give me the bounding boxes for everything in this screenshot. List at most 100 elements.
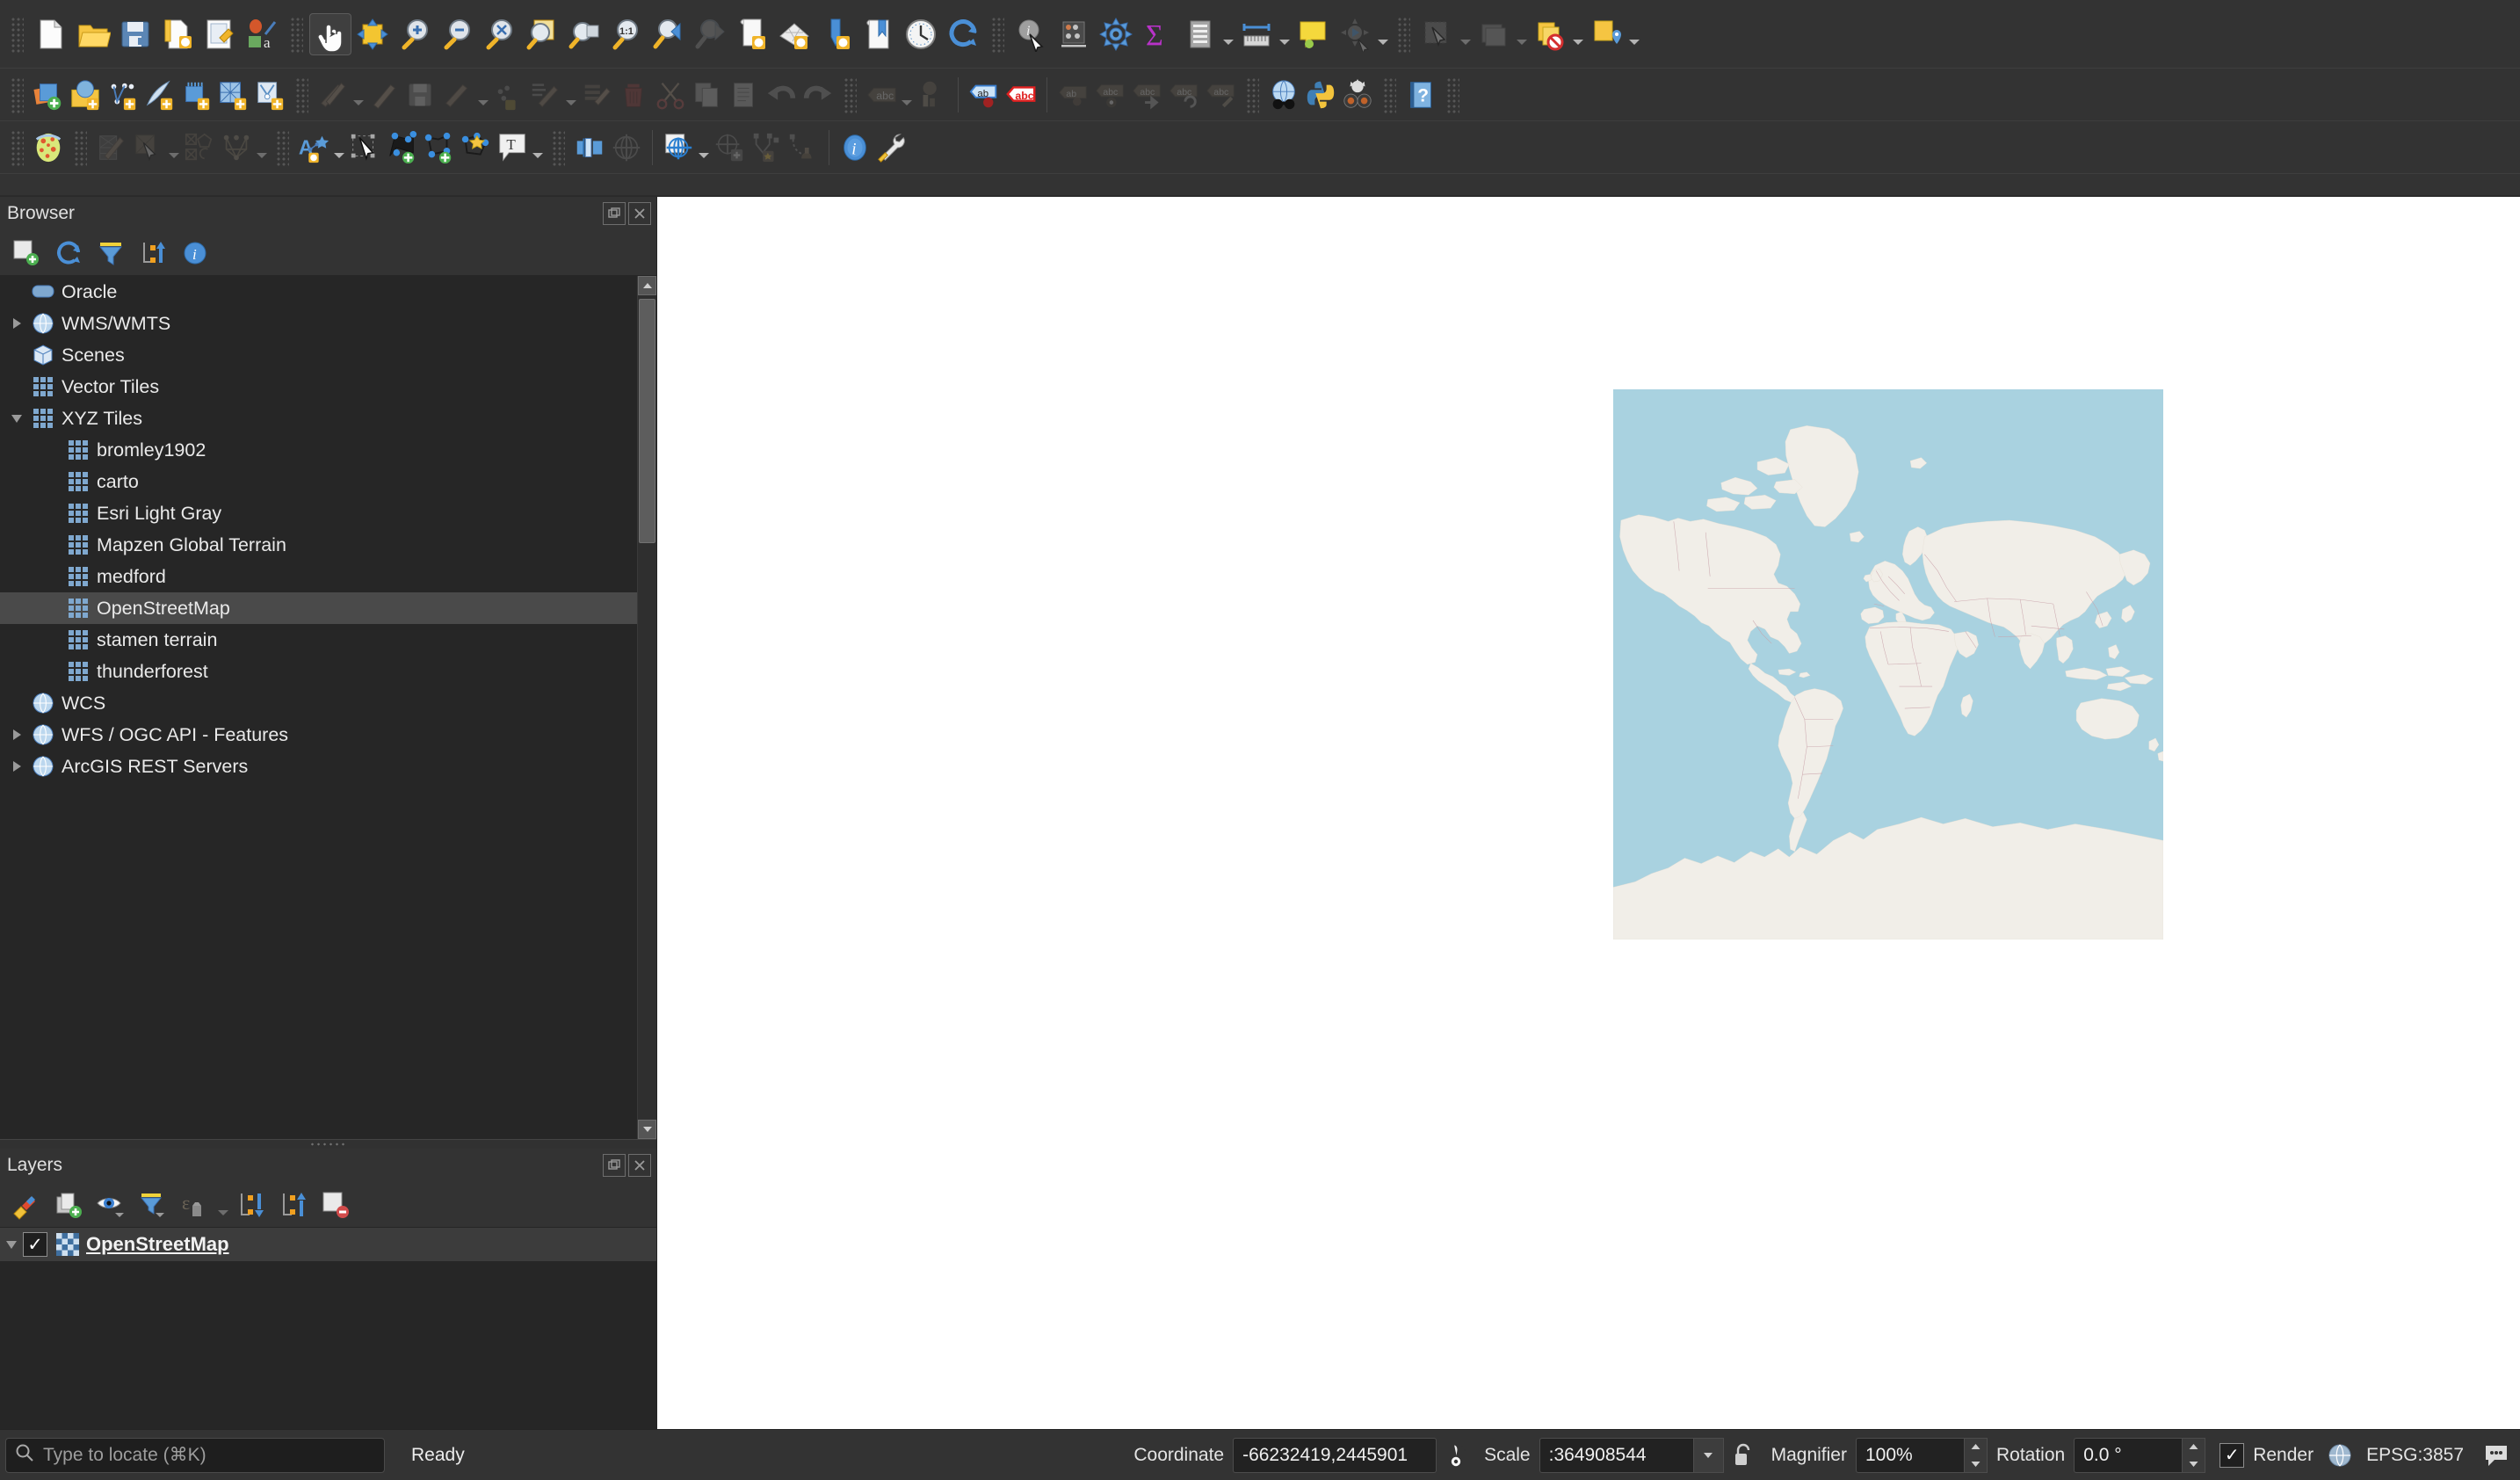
toolbar-grip[interactable] bbox=[294, 76, 308, 113]
expression-filter-icon[interactable]: ε bbox=[174, 1186, 216, 1224]
redo-icon[interactable] bbox=[800, 76, 836, 113]
text-annotation-icon[interactable]: T bbox=[494, 129, 531, 166]
locate-input[interactable]: Type to locate (⌘K) bbox=[5, 1437, 385, 1473]
chevron-down-icon[interactable] bbox=[1221, 13, 1235, 55]
zoom-out-icon[interactable] bbox=[436, 13, 478, 55]
paste-features-icon[interactable] bbox=[726, 76, 763, 113]
statistical-summary-icon[interactable] bbox=[1053, 13, 1095, 55]
zoom-selection-icon[interactable] bbox=[520, 13, 562, 55]
rotation-stepper[interactable] bbox=[2183, 1437, 2206, 1473]
toolbar-grip[interactable] bbox=[1382, 76, 1396, 113]
style-manager-icon[interactable]: a bbox=[241, 13, 283, 55]
add-oracle-icon[interactable] bbox=[251, 76, 288, 113]
browser-tree-item[interactable]: medford bbox=[0, 561, 637, 592]
map-canvas[interactable] bbox=[657, 197, 2520, 1429]
toolbar-grip[interactable] bbox=[289, 15, 303, 53]
browser-tree-item[interactable]: thunderforest bbox=[0, 656, 637, 687]
zoom-layer-icon[interactable] bbox=[562, 13, 605, 55]
coordinate-value[interactable]: -66232419,2445901 bbox=[1233, 1437, 1437, 1473]
add-delimited-text-icon[interactable] bbox=[104, 76, 141, 113]
save-layer-edits-icon[interactable] bbox=[402, 76, 439, 113]
current-edits-icon[interactable] bbox=[315, 76, 351, 113]
add-polygon-feature-icon[interactable] bbox=[457, 129, 494, 166]
toolbar-grip[interactable] bbox=[1396, 15, 1410, 53]
select-features-icon[interactable] bbox=[1416, 13, 1459, 55]
chevron-down-icon[interactable] bbox=[332, 127, 346, 169]
scale-lock-icon[interactable] bbox=[1724, 1443, 1763, 1468]
pin-labels-icon[interactable]: ab bbox=[1054, 76, 1091, 113]
chevron-down-icon[interactable] bbox=[351, 74, 366, 116]
change-label-icon[interactable]: abc bbox=[1202, 76, 1239, 113]
select-by-expression-icon[interactable] bbox=[1529, 13, 1571, 55]
toggle-unplaced-labels-icon[interactable]: abc bbox=[1003, 76, 1039, 113]
toolbar-grip[interactable] bbox=[1445, 76, 1459, 113]
browser-tree[interactable]: Oracle WMS/WMTS Scenes Vector Tiles XYZ Tile… bbox=[0, 276, 656, 1139]
add-line-feature-icon[interactable] bbox=[420, 129, 457, 166]
chevron-down-icon[interactable] bbox=[564, 74, 578, 116]
new-map-view-icon[interactable] bbox=[731, 13, 773, 55]
refresh-icon[interactable] bbox=[942, 13, 984, 55]
magnifier-spinner[interactable]: 100% bbox=[1855, 1437, 1988, 1473]
save-project-icon[interactable] bbox=[114, 13, 156, 55]
options-icon[interactable] bbox=[873, 129, 910, 166]
properties-icon[interactable]: i bbox=[174, 234, 216, 272]
attribute-table-icon[interactable] bbox=[1179, 13, 1221, 55]
modify-attributes-icon[interactable] bbox=[527, 76, 564, 113]
mesh-transform-icon[interactable] bbox=[785, 129, 822, 166]
add-record-icon[interactable] bbox=[93, 129, 130, 166]
add-group-icon[interactable] bbox=[47, 1186, 90, 1224]
browser-tree-item[interactable]: XYZ Tiles bbox=[0, 403, 637, 434]
chevron-down-icon[interactable] bbox=[900, 74, 914, 116]
copy-features-icon[interactable] bbox=[689, 76, 726, 113]
toolbar-grip[interactable] bbox=[1245, 76, 1259, 113]
processing-toolbox-icon[interactable] bbox=[1095, 13, 1137, 55]
add-layer-icon[interactable] bbox=[5, 234, 47, 272]
browser-tree-item[interactable]: WMS/WMTS bbox=[0, 308, 637, 339]
crs-label[interactable]: EPSG:3857 bbox=[2366, 1445, 2464, 1466]
undo-icon[interactable] bbox=[763, 76, 800, 113]
diagram-layer-icon[interactable] bbox=[914, 76, 951, 113]
new-elevation-profile-icon[interactable] bbox=[815, 13, 858, 55]
browser-scrollbar[interactable] bbox=[637, 276, 656, 1139]
crs-globe-icon[interactable] bbox=[2322, 1443, 2357, 1468]
metasearch-icon[interactable] bbox=[1265, 76, 1302, 113]
collapse-all-icon[interactable] bbox=[230, 1186, 272, 1224]
magnifier-stepper[interactable] bbox=[1964, 1437, 1988, 1473]
select-element-icon[interactable] bbox=[130, 129, 167, 166]
stepper-up-icon[interactable] bbox=[2183, 1439, 2205, 1455]
browser-tree-item[interactable]: Mapzen Global Terrain bbox=[0, 529, 637, 561]
rotate-label-icon[interactable]: abc bbox=[1165, 76, 1202, 113]
zoom-last-icon[interactable] bbox=[647, 13, 689, 55]
layers-list[interactable]: ✓ OpenStreetMap bbox=[0, 1228, 656, 1429]
chevron-down-icon[interactable] bbox=[476, 74, 490, 116]
zoom-full-icon[interactable] bbox=[478, 13, 520, 55]
add-postgis-icon[interactable] bbox=[177, 76, 214, 113]
add-circular-string-icon[interactable] bbox=[181, 129, 218, 166]
filter-legend-icon[interactable] bbox=[132, 1186, 174, 1224]
browser-tree-item[interactable]: WFS / OGC API - Features bbox=[0, 719, 637, 751]
layer-item-openstreetmap[interactable]: ✓ OpenStreetMap bbox=[0, 1228, 656, 1261]
render-checkbox[interactable]: ✓ bbox=[2219, 1442, 2245, 1468]
new-project-icon[interactable] bbox=[30, 13, 72, 55]
field-calculator-icon[interactable]: Σ bbox=[1137, 13, 1179, 55]
scroll-up-arrow[interactable] bbox=[638, 276, 656, 295]
python-console-icon[interactable] bbox=[1302, 76, 1339, 113]
add-mssql-icon[interactable] bbox=[214, 76, 251, 113]
chevron-down-icon[interactable] bbox=[697, 127, 711, 169]
collapse-all-icon[interactable] bbox=[132, 234, 174, 272]
messages-icon[interactable] bbox=[2473, 1444, 2520, 1467]
expand-all-icon[interactable] bbox=[272, 1186, 315, 1224]
layer-expander[interactable] bbox=[0, 1229, 23, 1260]
new-print-layout-icon[interactable] bbox=[156, 13, 199, 55]
chevron-down-icon[interactable] bbox=[167, 127, 181, 169]
expander-closed-icon[interactable] bbox=[5, 308, 28, 339]
browser-tree-item[interactable]: bromley1902 bbox=[0, 434, 637, 466]
deselect-icon[interactable] bbox=[1473, 13, 1515, 55]
add-point-feature-icon[interactable] bbox=[383, 129, 420, 166]
coordinate-mode-icon[interactable] bbox=[1437, 1442, 1475, 1469]
toggle-editing-icon[interactable] bbox=[366, 76, 402, 113]
browser-tree-item[interactable]: stamen terrain bbox=[0, 624, 637, 656]
chevron-down-icon[interactable] bbox=[1376, 13, 1390, 55]
chevron-down-icon[interactable] bbox=[1627, 13, 1641, 55]
browser-tree-item[interactable]: Vector Tiles bbox=[0, 371, 637, 403]
